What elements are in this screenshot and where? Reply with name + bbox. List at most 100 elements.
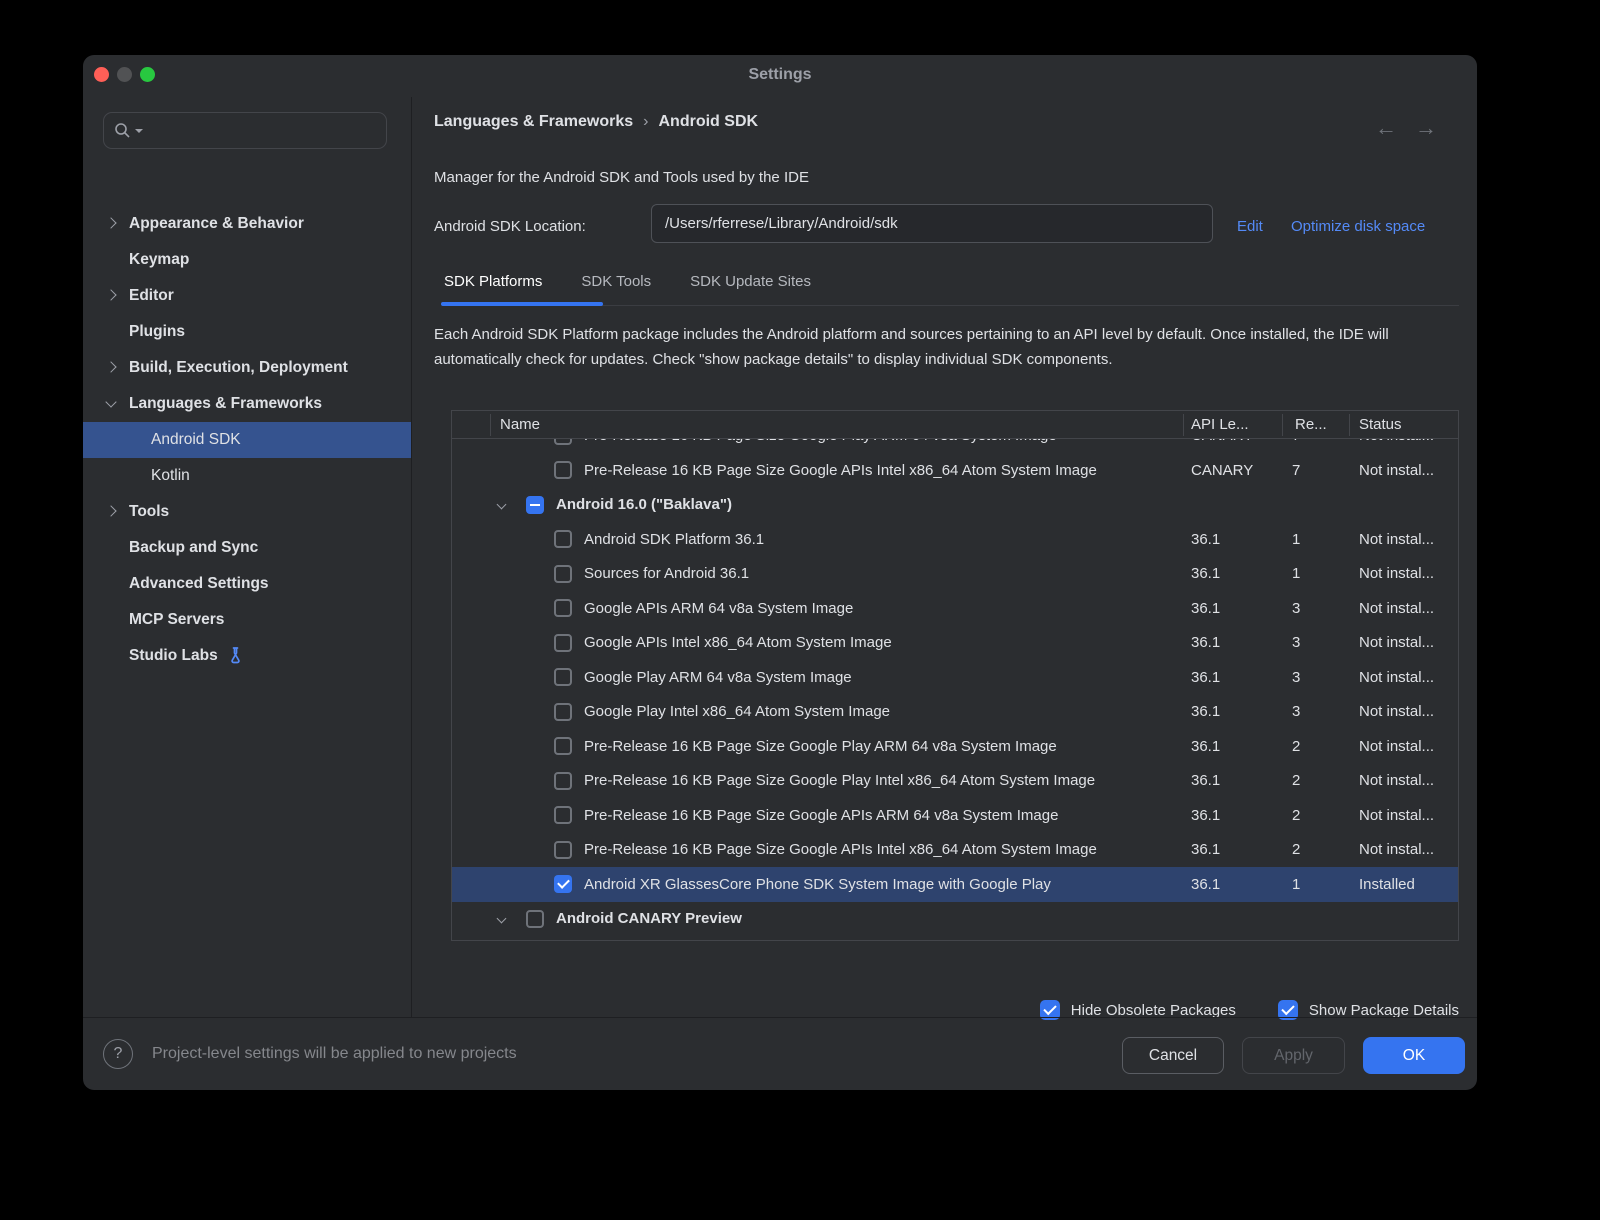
row-checkbox[interactable] (554, 737, 572, 755)
row-checkbox[interactable] (554, 599, 572, 617)
sidebar-item-label: Build, Execution, Deployment (129, 359, 348, 377)
platforms-info-text: Each Android SDK Platform package includ… (434, 323, 1424, 372)
sidebar-item-label: Backup and Sync (129, 539, 258, 557)
table-row[interactable]: Pre-Release 16 KB Page Size Google APIs … (452, 453, 1458, 488)
breadcrumb-android-sdk: Android SDK (659, 113, 759, 130)
row-checkbox[interactable] (554, 461, 572, 479)
api-level: 36.1 (1191, 591, 1279, 626)
status: Not instal... (1359, 660, 1457, 695)
table-row[interactable]: Android SDK Platform 36.136.11Not instal… (452, 522, 1458, 557)
sidebar-item-tools[interactable]: Tools (83, 494, 411, 530)
status: Not instal... (1359, 695, 1457, 730)
chevron-right-icon[interactable] (105, 289, 116, 300)
breadcrumb-languages-frameworks[interactable]: Languages & Frameworks (434, 113, 633, 130)
column-separator (1282, 414, 1283, 436)
column-separator (1183, 414, 1184, 436)
row-checkbox[interactable] (554, 565, 572, 583)
sidebar-item-backup-and-sync[interactable]: Backup and Sync (83, 530, 411, 566)
row-checkbox[interactable] (554, 703, 572, 721)
table-row[interactable]: Google APIs Intel x86_64 Atom System Ima… (452, 626, 1458, 661)
row-checkbox[interactable] (554, 634, 572, 652)
chevron-down-icon[interactable] (497, 913, 507, 923)
sidebar-item-studio-labs[interactable]: Studio Labs (83, 638, 411, 674)
row-checkbox[interactable] (554, 772, 572, 790)
row-checkbox[interactable] (554, 806, 572, 824)
ok-button[interactable]: OK (1363, 1037, 1465, 1074)
sidebar-item-label: Studio Labs (129, 647, 218, 665)
row-checkbox[interactable] (554, 875, 572, 893)
table-row[interactable]: Pre-Release 16 KB Page Size Google APIs … (452, 798, 1458, 833)
sidebar-item-build-execution-deployment[interactable]: Build, Execution, Deployment (83, 350, 411, 386)
table-row[interactable]: Sources for Android 36.136.11Not instal.… (452, 557, 1458, 592)
status: Not instal... (1359, 764, 1457, 799)
sidebar-item-label: Tools (129, 503, 169, 521)
row-checkbox[interactable] (554, 439, 572, 445)
row-checkbox[interactable] (554, 530, 572, 548)
revision: 3 (1292, 660, 1347, 695)
row-checkbox[interactable] (554, 841, 572, 859)
search-icon (114, 122, 131, 139)
table-row[interactable]: Google Play ARM 64 v8a System Image36.13… (452, 660, 1458, 695)
settings-window: Settings Appearance & BehaviorKeymapEdit… (83, 55, 1477, 1090)
cancel-button[interactable]: Cancel (1122, 1037, 1224, 1074)
status: Not instal... (1359, 591, 1457, 626)
sidebar-item-label: Android SDK (151, 431, 241, 449)
back-arrow-icon[interactable]: ← (1375, 115, 1415, 140)
sidebar-item-mcp-servers[interactable]: MCP Servers (83, 602, 411, 638)
table-row[interactable]: Google Play Intel x86_64 Atom System Ima… (452, 695, 1458, 730)
sidebar-item-plugins[interactable]: Plugins (83, 314, 411, 350)
bottom-bar: ? Project-level settings will be applied… (83, 1017, 1477, 1090)
table-group-row[interactable]: Android 16.0 ("Baklava") (452, 488, 1458, 523)
tab-sdk-tools[interactable]: SDK Tools (581, 273, 651, 302)
option-label: Show Package Details (1309, 1002, 1459, 1019)
package-name: Android XR GlassesCore Phone SDK System … (584, 867, 1182, 902)
breadcrumb-separator: › (633, 113, 658, 130)
tab-sdk-update-sites[interactable]: SDK Update Sites (690, 273, 811, 302)
optimize-disk-space-link[interactable]: Optimize disk space (1291, 218, 1425, 235)
sidebar-item-android-sdk[interactable]: Android SDK (83, 422, 411, 458)
sidebar-item-appearance-behavior[interactable]: Appearance & Behavior (83, 206, 411, 242)
sidebar-item-editor[interactable]: Editor (83, 278, 411, 314)
table-row[interactable]: Google APIs ARM 64 v8a System Image36.13… (452, 591, 1458, 626)
search-input[interactable] (103, 112, 387, 149)
revision: 3 (1292, 591, 1347, 626)
chevron-down-icon[interactable] (497, 499, 507, 509)
table-row[interactable]: Android XR GlassesCore Phone SDK System … (452, 867, 1458, 902)
sidebar-item-languages-frameworks[interactable]: Languages & Frameworks (83, 386, 411, 422)
help-button[interactable]: ? (103, 1039, 133, 1069)
sidebar-item-advanced-settings[interactable]: Advanced Settings (83, 566, 411, 602)
revision: 1 (1292, 557, 1347, 592)
table-row[interactable]: Pre-Release 16 KB Page Size Google APIs … (452, 833, 1458, 868)
chevron-right-icon[interactable] (105, 505, 116, 516)
table-row[interactable]: Pre-Release 16 KB Page Size Google Play … (452, 764, 1458, 799)
api-level: 36.1 (1191, 833, 1279, 868)
chevron-down-icon[interactable] (105, 396, 116, 407)
api-level: 36.1 (1191, 764, 1279, 799)
api-level: CANARY (1191, 439, 1279, 453)
sdk-location-field[interactable]: /Users/rferrese/Library/Android/sdk (651, 204, 1213, 243)
sidebar-item-keymap[interactable]: Keymap (83, 242, 411, 278)
edit-link[interactable]: Edit (1237, 218, 1263, 235)
active-tab-underline (441, 302, 603, 306)
apply-button[interactable]: Apply (1242, 1037, 1345, 1074)
status: Installed (1359, 867, 1457, 902)
table-group-row[interactable]: Android CANARY Preview (452, 902, 1458, 937)
column-separator (1349, 414, 1350, 436)
package-name: Google Play Intel x86_64 Atom System Ima… (584, 695, 1182, 730)
table-row[interactable]: Pre-Release 16 KB Page Size Google Play … (452, 439, 1458, 453)
sidebar-item-kotlin[interactable]: Kotlin (83, 458, 411, 494)
forward-arrow-icon[interactable]: → (1415, 115, 1455, 140)
row-checkbox[interactable] (526, 496, 544, 514)
row-checkbox[interactable] (526, 910, 544, 928)
table-body: Pre-Release 16 KB Page Size Google Play … (452, 439, 1458, 941)
status: Not instal... (1359, 522, 1457, 557)
table-row[interactable]: Pre-Release 16 KB Page Size Google Play … (452, 729, 1458, 764)
chevron-right-icon[interactable] (105, 361, 116, 372)
chevron-right-icon[interactable] (105, 217, 116, 228)
api-level: 36.1 (1191, 729, 1279, 764)
table-row[interactable] (452, 936, 1458, 941)
revision: 7 (1292, 453, 1347, 488)
row-checkbox[interactable] (554, 668, 572, 686)
tab-sdk-platforms[interactable]: SDK Platforms (444, 273, 542, 302)
sidebar-item-label: Kotlin (151, 467, 190, 485)
